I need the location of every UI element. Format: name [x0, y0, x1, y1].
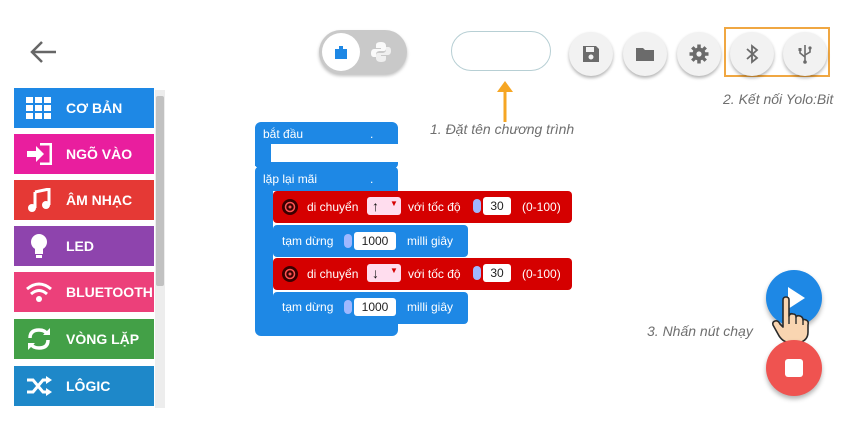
pause-label: tạm dừng [282, 300, 334, 314]
speed-label: với tốc độ [408, 267, 461, 281]
loop-dot: . [370, 172, 374, 186]
value-slot-icon [473, 266, 481, 280]
program-name-input[interactable] [451, 31, 551, 71]
hand-pointer-icon [771, 296, 810, 344]
speed-input[interactable]: 30 [483, 197, 511, 215]
gear-icon [689, 44, 709, 64]
step1-annotation: 1. Đặt tên chương trình [430, 121, 575, 137]
move-label: di chuyển [307, 200, 359, 214]
speed-range: (0-100) [522, 267, 561, 281]
bluetooth-connect-button[interactable] [730, 32, 774, 76]
music-icon [24, 187, 54, 213]
move-label: di chuyển [307, 267, 359, 281]
speed-label: với tốc độ [408, 200, 461, 214]
stop-icon [785, 359, 803, 377]
pause-unit: milli giây [407, 234, 454, 248]
chevron-down-icon: ▼ [390, 266, 398, 275]
category-label: VÒNG LẶP [66, 331, 140, 347]
direction-value: ↓ [372, 265, 379, 281]
category-label: BLUETOOTH [66, 284, 153, 300]
bulb-icon [24, 233, 54, 259]
pause-input-2[interactable]: 1000 [354, 298, 396, 316]
category-basic[interactable]: CƠ BẢN [14, 88, 154, 128]
category-loop[interactable]: VÒNG LẶP [14, 319, 154, 359]
chevron-down-icon: ▼ [390, 199, 398, 208]
category-label: LED [66, 238, 94, 254]
shuffle-icon [24, 373, 54, 399]
value-slot-icon [344, 234, 352, 248]
category-logic[interactable]: LÔGIC [14, 366, 154, 406]
pause-label: tạm dừng [282, 234, 334, 248]
sidebar-scrollbar-thumb[interactable] [156, 96, 164, 286]
usb-icon [798, 45, 812, 64]
step3-annotation: 3. Nhấn nút chạy [647, 323, 753, 339]
category-label: ÂM NHẠC [66, 192, 133, 208]
wifi-icon [24, 279, 54, 305]
input-icon [24, 141, 54, 167]
blocks-mode-icon[interactable] [322, 33, 360, 71]
motor-icon [282, 199, 298, 215]
pause-input-1[interactable]: 1000 [354, 232, 396, 250]
start-label: bắt đầu [263, 127, 304, 141]
save-button[interactable] [569, 32, 613, 76]
loop-forever-arm [255, 191, 273, 319]
settings-button[interactable] [677, 32, 721, 76]
value-slot-icon [344, 300, 352, 314]
usb-connect-button[interactable] [783, 32, 827, 76]
start-dot: . [370, 127, 374, 141]
direction-value: ↑ [372, 198, 379, 214]
category-label: NGÕ VÀO [66, 146, 133, 162]
category-music[interactable]: ÂM NHẠC [14, 180, 154, 220]
up-arrow-annotation-icon [497, 81, 513, 122]
editor-mode-toggle[interactable] [319, 30, 407, 74]
save-icon [583, 46, 599, 62]
motor-icon [282, 266, 298, 282]
loop-icon [24, 326, 54, 352]
pause-unit: milli giây [407, 300, 454, 314]
category-bluetooth[interactable]: BLUETOOTH [14, 272, 154, 312]
step2-annotation: 2. Kết nối Yolo:Bit [723, 91, 834, 107]
category-led[interactable]: LED [14, 226, 154, 266]
grid-icon [24, 95, 54, 121]
python-mode-icon[interactable] [369, 40, 393, 64]
category-input[interactable]: NGÕ VÀO [14, 134, 154, 174]
stop-button[interactable] [766, 340, 822, 396]
back-arrow-icon[interactable] [28, 36, 60, 68]
speed-range: (0-100) [522, 200, 561, 214]
category-label: CƠ BẢN [66, 100, 123, 116]
speed-input[interactable]: 30 [483, 264, 511, 282]
loop-label: lặp lại mãi [263, 172, 318, 186]
open-folder-button[interactable] [623, 32, 667, 76]
bluetooth-icon [746, 44, 759, 64]
category-label: LÔGIC [66, 378, 111, 394]
folder-icon [636, 48, 654, 61]
value-slot-icon [473, 199, 481, 213]
